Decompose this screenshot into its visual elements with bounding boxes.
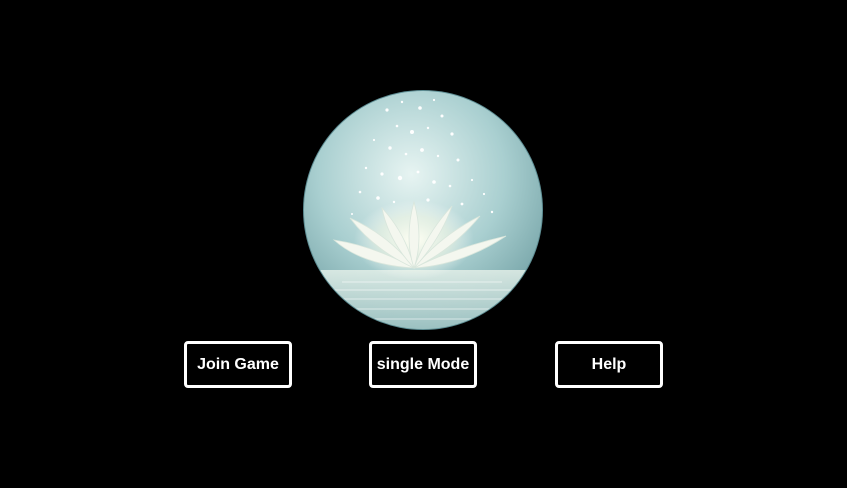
lotus-orb-icon: [302, 90, 545, 331]
single-mode-button[interactable]: single Mode: [369, 341, 477, 388]
main-menu-screen: Join Game single Mode Help: [0, 0, 847, 488]
join-game-button[interactable]: Join Game: [184, 341, 292, 388]
help-button[interactable]: Help: [555, 341, 663, 388]
